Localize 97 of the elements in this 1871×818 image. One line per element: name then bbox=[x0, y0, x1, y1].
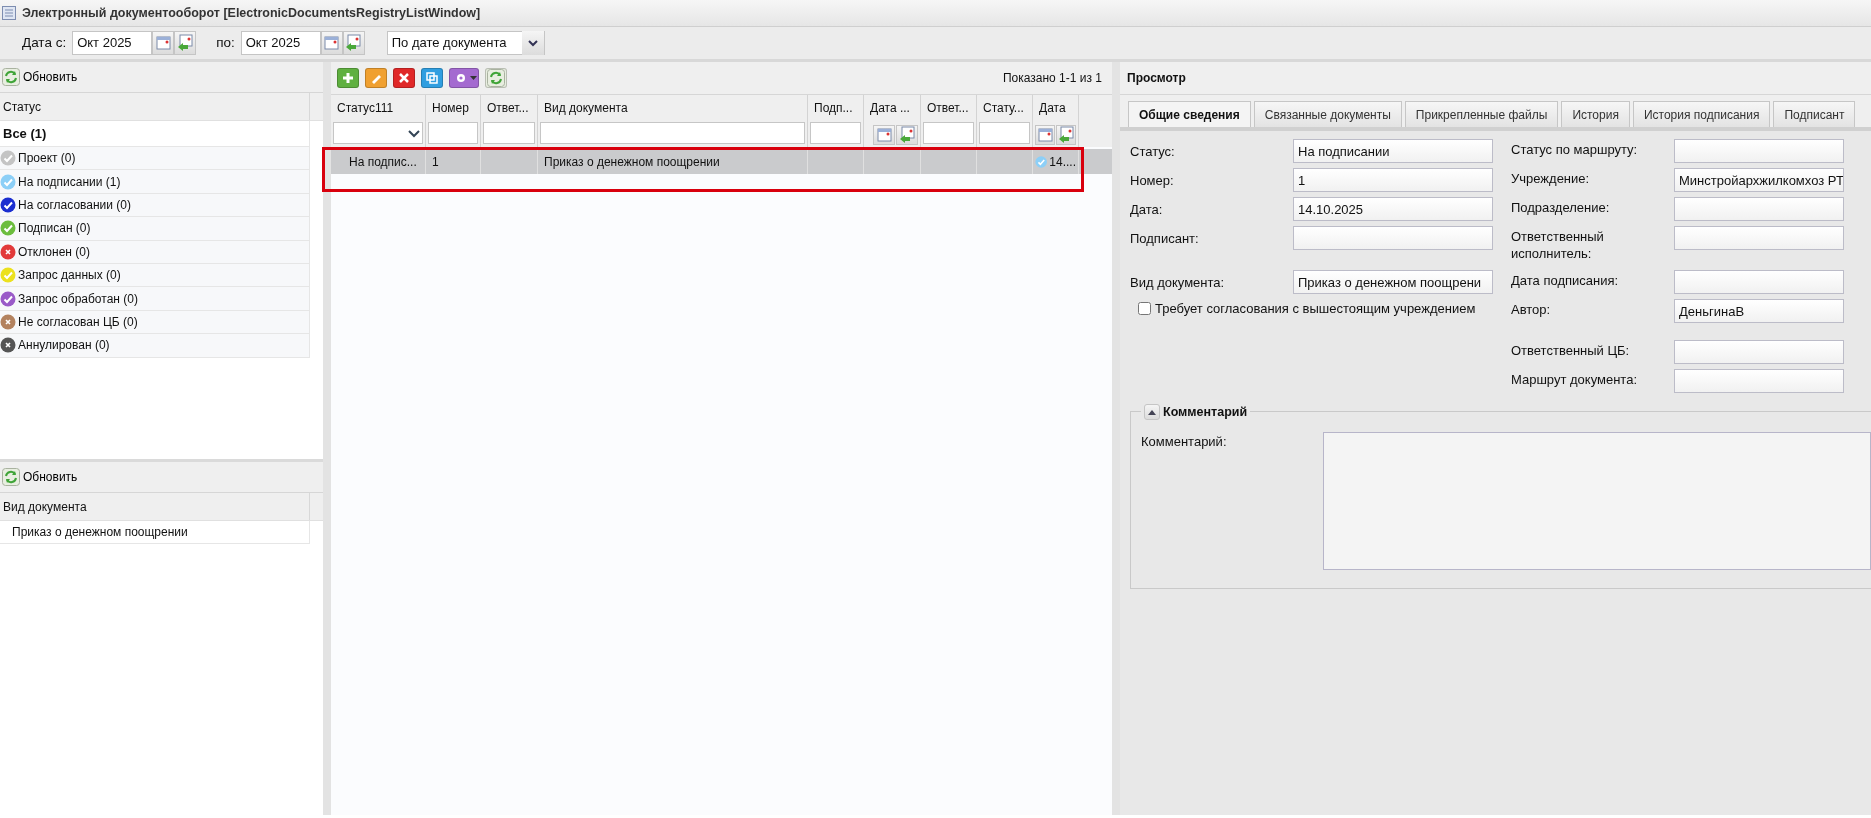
table-cell-text: 14.... bbox=[1049, 153, 1076, 171]
status-item[interactable]: Все (1) bbox=[0, 123, 47, 144]
input-field[interactable] bbox=[1674, 368, 1844, 393]
column-header[interactable]: Ответ... bbox=[921, 95, 976, 122]
refresh-button[interactable] bbox=[485, 68, 507, 88]
collapse-button[interactable] bbox=[1144, 404, 1160, 421]
field-label: Маршрут документа: bbox=[1511, 370, 1638, 389]
refresh-button[interactable]: Обновить bbox=[2, 68, 78, 86]
field-label: Статус по маршруту: bbox=[1511, 141, 1639, 159]
field-label: Ответственный исполнитель: bbox=[1511, 228, 1605, 263]
comment-field[interactable] bbox=[1322, 431, 1871, 570]
status-item[interactable]: Проект (0) bbox=[18, 149, 76, 168]
calendar-button[interactable] bbox=[320, 31, 343, 55]
calendar-arrow-button[interactable] bbox=[896, 125, 918, 145]
tab[interactable]: Связанные документы bbox=[1253, 101, 1402, 127]
tab[interactable]: Подписант bbox=[1773, 101, 1856, 127]
calendar-arrow-button[interactable] bbox=[1056, 125, 1076, 145]
tab[interactable]: Общие сведения bbox=[1128, 101, 1251, 127]
refresh-button[interactable]: Обновить bbox=[2, 468, 78, 486]
table-cell-text: Приказ о денежном поощрении bbox=[544, 153, 720, 171]
column-header[interactable]: Ответ... bbox=[481, 95, 537, 122]
filter-field[interactable] bbox=[923, 122, 974, 144]
tab[interactable]: История bbox=[1561, 101, 1630, 127]
refresh-icon bbox=[2, 468, 20, 486]
edit-button[interactable] bbox=[365, 68, 387, 88]
input-field[interactable] bbox=[1674, 197, 1844, 221]
field-label: Подписант: bbox=[1130, 230, 1200, 248]
caret-icon bbox=[527, 39, 538, 47]
column-header[interactable]: Подп... bbox=[808, 95, 863, 122]
checkbox-label: Требует согласования с вышестоящим учреждением bbox=[1155, 300, 1476, 318]
input-field[interactable] bbox=[1293, 226, 1493, 250]
filter-field[interactable] bbox=[979, 122, 1030, 144]
settings-button[interactable] bbox=[449, 68, 479, 88]
doc-type-item[interactable]: Приказ о денежном поощрении bbox=[12, 523, 188, 542]
tab[interactable]: История подписания bbox=[1632, 101, 1771, 127]
input-field[interactable]: 14.10.2025 bbox=[1293, 197, 1493, 221]
filter-field[interactable] bbox=[428, 122, 478, 144]
delete-button[interactable] bbox=[393, 68, 415, 88]
field-label: Автор: bbox=[1511, 300, 1552, 319]
date-to-field[interactable]: Окт 2025 bbox=[240, 31, 321, 55]
field-label: Вид документа: bbox=[1130, 274, 1226, 292]
input-field[interactable]: Приказ о денежном поощрени bbox=[1293, 270, 1493, 294]
field-label: Статус: bbox=[1130, 143, 1176, 161]
field-label: Номер: bbox=[1130, 172, 1175, 190]
field-label: Дата подписания: bbox=[1511, 271, 1620, 290]
calendar-arrow-button[interactable] bbox=[342, 31, 365, 55]
filter-field[interactable] bbox=[810, 122, 861, 144]
date-from-label: Дата с: bbox=[22, 33, 67, 52]
column-header[interactable]: Дата ... bbox=[864, 95, 920, 122]
paging-info: Показано 1-1 из 1 bbox=[1002, 70, 1102, 87]
input-field[interactable]: ДеньгинаВ bbox=[1674, 298, 1844, 323]
field-label: Дата: bbox=[1130, 201, 1164, 219]
column-header[interactable]: Номер bbox=[426, 95, 480, 122]
copy-icon bbox=[423, 69, 441, 87]
column-header[interactable]: Дата bbox=[1033, 95, 1078, 122]
input-field[interactable] bbox=[1674, 139, 1844, 163]
calendar-button[interactable] bbox=[873, 125, 895, 145]
input-field[interactable]: На подписании bbox=[1293, 139, 1493, 163]
add-button[interactable] bbox=[337, 68, 359, 88]
field-label: Комментарий: bbox=[1141, 432, 1227, 451]
triangle-icon bbox=[1147, 408, 1157, 416]
checkbox[interactable] bbox=[1138, 302, 1151, 316]
date-from-field[interactable]: Окт 2025 bbox=[72, 31, 153, 55]
calendar-button[interactable] bbox=[1035, 125, 1055, 145]
filter-field[interactable] bbox=[540, 122, 805, 144]
input-field[interactable] bbox=[1674, 269, 1844, 294]
status-item[interactable]: Подписан (0) bbox=[18, 219, 91, 238]
column-header: Статус bbox=[0, 93, 310, 120]
calendar-arrow-button[interactable] bbox=[174, 31, 197, 55]
input-field[interactable] bbox=[1674, 339, 1844, 364]
field-label: Ответственный ЦБ: bbox=[1511, 341, 1631, 360]
group-title: Комментарий bbox=[1163, 403, 1248, 421]
field-label: Подразделение: bbox=[1511, 199, 1611, 217]
date-to-label: по: bbox=[216, 33, 235, 52]
column-header[interactable]: Вид документа bbox=[538, 95, 807, 122]
tab[interactable]: Прикрепленные файлы bbox=[1404, 101, 1559, 127]
sort-dropdown[interactable]: По дате документа bbox=[386, 31, 545, 55]
status-item[interactable]: Отклонен (0) bbox=[18, 242, 90, 261]
filter-field[interactable] bbox=[483, 122, 535, 144]
refresh-icon bbox=[487, 69, 505, 87]
column-header[interactable]: Стату... bbox=[977, 95, 1032, 122]
input-field[interactable]: 1 bbox=[1293, 168, 1493, 192]
field-label: Учреждение: bbox=[1511, 170, 1591, 188]
input-field[interactable] bbox=[1674, 226, 1844, 250]
window-title: Электронный документооборот [ElectronicDocumentsRegistryListWindow] bbox=[22, 4, 481, 22]
column-header[interactable]: Статус111 bbox=[331, 95, 425, 122]
input-field[interactable]: Минстройархжилкомхоз РТ bbox=[1674, 168, 1844, 192]
refresh-icon bbox=[2, 68, 20, 86]
panel-title: Просмотр bbox=[1120, 62, 1871, 95]
window-icon bbox=[2, 6, 16, 20]
table-cell-text: 1 bbox=[432, 153, 439, 171]
table-cell-text: На подпис... bbox=[349, 153, 417, 171]
caret-icon bbox=[469, 75, 477, 81]
calendar-button[interactable] bbox=[152, 31, 175, 55]
copy-button[interactable] bbox=[421, 68, 443, 88]
filter-dropdown[interactable] bbox=[333, 122, 423, 144]
column-header: Вид документа bbox=[0, 493, 310, 520]
